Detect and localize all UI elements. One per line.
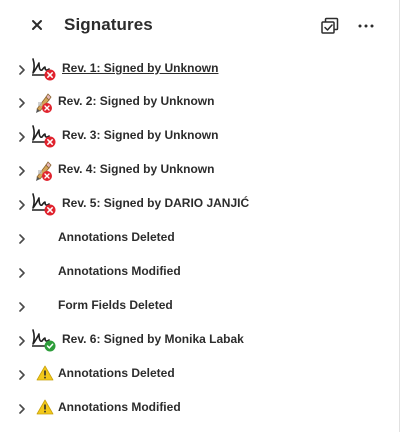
more-options-button[interactable] — [354, 14, 378, 38]
tree-item-label: Annotations Modified — [58, 400, 181, 414]
signature-unknown-icon — [36, 93, 52, 113]
signature-tree: Rev. 1: Signed by Unknown Rev. 2: Signed… — [0, 52, 399, 424]
tree-item-form-fields-deleted[interactable]: Form Fields Deleted — [0, 288, 399, 322]
panel-header: Signatures — [0, 0, 399, 52]
tree-item-rev-1[interactable]: Rev. 1: Signed by Unknown — [0, 52, 399, 84]
tree-item-rev-6[interactable]: Rev. 6: Signed by Monika Labak — [0, 322, 399, 356]
signature-valid-icon — [32, 329, 56, 352]
signature-invalid-icon — [32, 193, 56, 216]
tree-item-label: Form Fields Deleted — [58, 298, 173, 312]
tree-item-rev-2[interactable]: Rev. 2: Signed by Unknown — [0, 84, 399, 118]
tree-item-label: Rev. 6: Signed by Monika Labak — [62, 332, 244, 346]
chevron-right-icon[interactable] — [16, 233, 28, 245]
warning-icon — [36, 365, 54, 381]
close-icon — [32, 20, 42, 30]
signature-invalid-icon — [32, 125, 56, 148]
tree-item-label: Annotations Deleted — [58, 230, 175, 244]
more-options-icon — [358, 24, 374, 28]
tree-item-label: Annotations Modified — [58, 264, 181, 278]
tree-item-label: Rev. 5: Signed by DARIO JANJIĆ — [62, 196, 250, 210]
tree-item-annotations-deleted-warning[interactable]: Annotations Deleted — [0, 356, 399, 390]
tree-item-label: Rev. 3: Signed by Unknown — [62, 128, 219, 142]
chevron-right-icon[interactable] — [16, 165, 28, 177]
tree-item-label: Rev. 4: Signed by Unknown — [58, 162, 215, 176]
tree-item-annotations-modified[interactable]: Annotations Modified — [0, 254, 399, 288]
signature-invalid-icon — [32, 58, 56, 81]
chevron-right-icon[interactable] — [16, 64, 28, 76]
tree-item-rev-4[interactable]: Rev. 4: Signed by Unknown — [0, 152, 399, 186]
signatures-panel: Signatures Rev. 1: Signed by Unknown Rev… — [0, 0, 400, 432]
chevron-right-icon[interactable] — [16, 131, 28, 143]
chevron-right-icon[interactable] — [16, 97, 28, 109]
chevron-right-icon[interactable] — [16, 403, 28, 415]
panel-title: Signatures — [64, 15, 153, 34]
chevron-right-icon[interactable] — [16, 267, 28, 279]
chevron-right-icon[interactable] — [16, 369, 28, 381]
validate-all-button[interactable] — [318, 14, 342, 38]
tree-item-label: Rev. 1: Signed by Unknown — [62, 61, 219, 75]
tree-item-rev-5[interactable]: Rev. 5: Signed by DARIO JANJIĆ — [0, 186, 399, 220]
warning-icon — [36, 399, 54, 415]
close-button[interactable] — [26, 14, 48, 36]
tree-item-rev-3[interactable]: Rev. 3: Signed by Unknown — [0, 118, 399, 152]
chevron-right-icon[interactable] — [16, 335, 28, 347]
chevron-right-icon[interactable] — [16, 199, 28, 211]
tree-item-label: Rev. 2: Signed by Unknown — [58, 94, 215, 108]
tree-item-annotations-deleted[interactable]: Annotations Deleted — [0, 220, 399, 254]
tree-item-label: Annotations Deleted — [58, 366, 175, 380]
validate-all-icon — [321, 17, 339, 34]
signature-unknown-icon — [36, 161, 52, 181]
tree-item-annotations-modified-warning[interactable]: Annotations Modified — [0, 390, 399, 424]
chevron-right-icon[interactable] — [16, 301, 28, 313]
